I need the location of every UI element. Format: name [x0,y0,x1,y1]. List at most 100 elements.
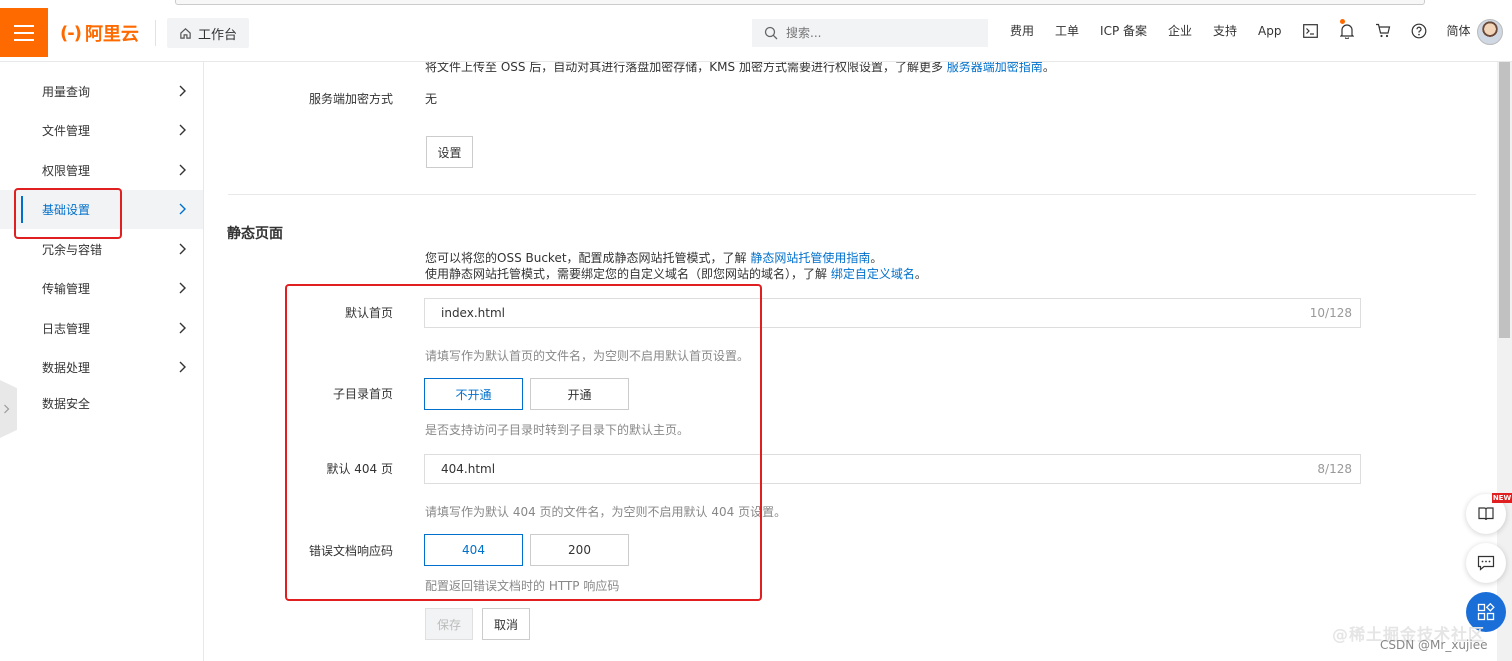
section-divider [228,194,1476,195]
default-404-input[interactable]: 404.html 8/128 [424,454,1361,484]
sidebar-item-label: 基础设置 [42,203,91,217]
sidebar-item-permissions[interactable]: 权限管理 [0,151,203,190]
chevron-right-icon [179,85,186,97]
home-icon [180,27,191,39]
default-404-char-count: 8/128 [1317,462,1352,476]
chevron-right-icon [179,322,186,334]
user-avatar[interactable] [1477,19,1503,45]
divider [155,20,156,46]
chevron-right-icon [179,243,186,255]
default-home-label: 默认首页 [344,306,393,320]
encryption-desc-text: 将文件上传至 OSS 后，自动对其进行落盘加密存储，KMS 加密方式需要进行权限… [425,62,943,74]
nav-enterprise[interactable]: 企业 [1168,22,1192,39]
search-box[interactable] [752,19,988,47]
subdir-hint: 是否支持访问子目录时转到子目录下的默认主页。 [425,423,690,437]
sidebar-item-usage[interactable]: 用量查询 [0,72,203,111]
sidebar-item-data-processing[interactable]: 数据处理 [0,348,203,387]
sidebar-item-label: 权限管理 [42,164,91,178]
workbench-label: 工作台 [198,27,238,43]
sidebar-item-label: 传输管理 [42,282,91,296]
sidebar-item-files[interactable]: 文件管理 [0,111,203,150]
browser-edge [175,0,1425,5]
bell-icon[interactable] [1339,23,1355,39]
cart-icon[interactable] [1375,23,1391,39]
sidebar-item-logs[interactable]: 日志管理 [0,309,203,348]
language-switch[interactable]: 简体 [1447,22,1471,39]
book-icon [1478,507,1494,521]
nav-fees[interactable]: 费用 [1010,22,1034,39]
menu-bar-icon [14,31,34,34]
default-home-value: index.html [441,306,505,320]
save-button[interactable]: 保存 [425,608,473,640]
menu-bar-icon [14,24,34,27]
new-badge: NEW [1492,493,1512,503]
encryption-description: 将文件上传至 OSS 后，自动对其进行落盘加密存储，KMS 加密方式需要进行权限… [425,62,1055,75]
terminal-icon[interactable] [1303,23,1319,39]
sidebar-item-redundancy[interactable]: 冗余与容错 [0,230,203,269]
sidebar-item-label: 数据处理 [42,361,91,375]
error-code-hint: 配置返回错误文档时的 HTTP 响应码 [425,579,620,593]
sidebar-item-label: 日志管理 [42,322,91,336]
sidebar-item-label: 数据安全 [42,397,91,411]
menu-bar-icon [14,38,34,41]
help-icon[interactable] [1411,23,1427,39]
error-code-200-option[interactable]: 200 [530,534,629,566]
static-intro-line1: 您可以将您的OSS Bucket，配置成静态网站托管模式，了解 静态网站托管使用… [425,249,882,266]
sidebar-collapse-handle[interactable] [0,380,17,438]
sidebar-item-basic-settings[interactable]: 基础设置 [0,190,203,229]
aliyun-logo[interactable]: (-) 阿里云 [60,20,139,46]
feedback-float-button[interactable] [1466,543,1506,583]
search-icon [764,26,778,40]
search-input[interactable] [786,26,966,40]
error-code-404-option[interactable]: 404 [424,534,523,566]
scrollbar-thumb[interactable] [1499,62,1510,338]
main-content: 将文件上传至 OSS 后，自动对其进行落盘加密存储，KMS 加密方式需要进行权限… [205,62,1497,661]
nav-icp[interactable]: ICP 备案 [1100,22,1147,39]
sidebar-item-label: 用量查询 [42,85,91,99]
sidebar: 用量查询 文件管理 权限管理 基础设置 冗余与容错 传输管理 日志管理 数据处理… [0,62,204,661]
static-intro-suffix: 。 [870,251,883,265]
error-code-label: 错误文档响应码 [308,544,393,558]
workbench-button[interactable]: 工作台 [155,18,250,48]
default-home-char-count: 10/128 [1309,306,1352,320]
top-bar: (-) 阿里云 工作台 费用 工单 ICP 备案 企业 支持 App [0,0,1512,62]
subdir-off-option[interactable]: 不开通 [424,378,523,410]
server-encryption-guide-link[interactable]: 服务器端加密指南 [947,62,1043,74]
nav-app[interactable]: App [1258,24,1281,38]
aliyun-brand-name: 阿里云 [84,24,139,45]
chevron-right-icon [179,164,186,176]
static-page-title: 静态页面 [227,226,283,242]
chevron-right-icon [4,404,10,414]
subdir-home-label: 子目录首页 [332,387,393,401]
static-hosting-guide-link[interactable]: 静态网站托管使用指南 [750,251,870,265]
default-404-value: 404.html [441,462,496,476]
sidebar-item-label: 文件管理 [42,124,91,138]
static-intro-suffix: 。 [914,267,927,281]
chevron-right-icon [179,361,186,373]
chevron-right-icon [179,282,186,294]
encryption-method-label: 服务端加密方式 [308,92,393,106]
default-home-hint: 请填写作为默认首页的文件名，为空则不启用默认首页设置。 [425,349,750,363]
watermark-csdn: CSDN @Mr_xujiee [1380,638,1488,652]
sidebar-item-data-security[interactable]: 数据安全 [0,384,203,423]
hamburger-menu-button[interactable] [0,8,48,57]
chevron-right-icon [179,124,186,136]
top-nav: 费用 工单 ICP 备案 企业 支持 App 简体 [1010,22,1492,39]
nav-support[interactable]: 支持 [1213,22,1237,39]
bind-custom-domain-link[interactable]: 绑定自定义域名 [831,267,915,281]
nav-tickets[interactable]: 工单 [1055,22,1079,39]
default-home-input[interactable]: index.html 10/128 [424,298,1361,328]
default-404-label: 默认 404 页 [326,462,393,476]
encryption-settings-button[interactable]: 设置 [426,136,473,168]
chat-icon [1477,555,1495,571]
notification-dot [1340,19,1345,24]
default-404-hint: 请填写作为默认 404 页的文件名，为空则不启用默认 404 页设置。 [425,505,787,519]
static-intro-line2: 使用静态网站托管模式，需要绑定您的自定义域名（即您网站的域名），了解 绑定自定义… [425,265,927,282]
encryption-desc-suffix: 。 [1042,62,1055,74]
sidebar-item-transfer[interactable]: 传输管理 [0,269,203,308]
subdir-on-option[interactable]: 开通 [530,378,629,410]
apps-grid-icon [1477,603,1495,621]
cancel-button[interactable]: 取消 [482,608,530,640]
static-intro-text: 使用静态网站托管模式，需要绑定您的自定义域名（即您网站的域名），了解 [425,267,828,281]
chevron-right-icon [179,203,186,215]
